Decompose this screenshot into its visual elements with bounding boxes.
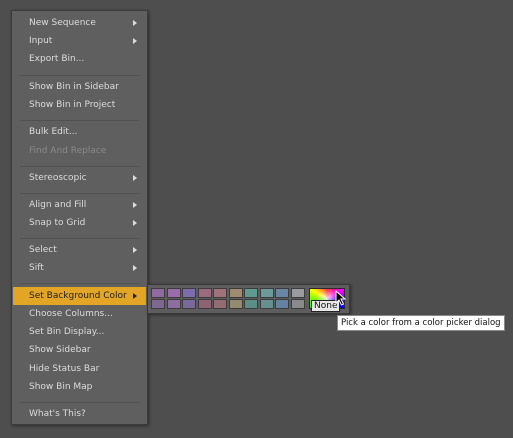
color-swatch[interactable] [275,299,289,309]
menu-item-show-bin-map[interactable]: Show Bin Map [13,378,146,396]
color-swatch[interactable] [166,288,181,298]
menu-separator [20,166,139,167]
color-swatch[interactable] [182,299,196,309]
menu-item-choose-columns[interactable]: Choose Columns... [13,305,146,323]
menu-item-hide-status-bar[interactable]: Hide Status Bar [13,360,146,378]
color-swatch[interactable] [259,288,274,298]
color-swatch[interactable] [244,299,258,309]
menu-item-sift[interactable]: Sift [13,259,146,277]
submenu-arrow-icon [133,175,137,181]
menu-item-snap-to-grid[interactable]: Snap to Grid [13,214,146,232]
submenu-arrow-icon [133,202,137,208]
menu-item-stereoscopic[interactable]: Stereoscopic [13,169,146,187]
menu-item-show-bin-in-sidebar[interactable]: Show Bin in Sidebar [13,78,146,96]
color-swatch[interactable] [182,288,196,298]
menu-separator [20,120,139,121]
menu-item-bulk-edit[interactable]: Bulk Edit... [13,123,146,141]
menu-item-new-sequence[interactable]: New Sequence [13,14,146,32]
color-swatch[interactable] [197,288,212,298]
submenu-arrow-icon [133,247,137,253]
menu-item-show-sidebar[interactable]: Show Sidebar [13,341,146,359]
submenu-arrow-icon [133,265,137,271]
tooltip: Pick a color from a color picker dialog [337,315,505,331]
menu-separator [20,75,139,76]
menu-item-set-background-color[interactable]: Set Background Color [13,287,146,305]
menu-item-select[interactable]: Select [13,241,146,259]
color-swatch[interactable] [275,288,289,298]
color-swatch[interactable] [290,299,305,309]
menu-separator [20,283,139,284]
submenu-arrow-icon [133,38,137,44]
color-swatch[interactable] [197,299,212,309]
color-swatch[interactable] [290,288,305,298]
color-swatch[interactable] [213,299,227,309]
color-swatch[interactable] [213,288,227,298]
color-swatch[interactable] [228,288,243,298]
menu-item-whats-this[interactable]: What's This? [13,405,146,423]
menu-item-find-and-replace: Find And Replace [29,146,107,156]
color-swatch[interactable] [151,299,165,309]
submenu-arrow-icon [133,20,137,26]
menu-item-set-bin-display[interactable]: Set Bin Display... [13,323,146,341]
menu-item-align-and-fill[interactable]: Align and Fill [13,196,146,214]
menu-item-export-bin[interactable]: Export Bin... [13,50,146,68]
color-swatch[interactable] [228,299,243,309]
mouse-cursor-icon [335,290,347,306]
color-swatch[interactable] [151,288,165,298]
submenu-arrow-icon [133,220,137,226]
menu-item-show-bin-in-project[interactable]: Show Bin in Project [13,96,146,114]
menu-item-input[interactable]: Input [13,32,146,50]
color-swatch[interactable] [166,299,181,309]
background-color-submenu: None [147,284,350,314]
bin-context-menu: New Sequence Input Export Bin... Show Bi… [11,10,148,425]
menu-separator [20,238,139,239]
menu-separator [20,402,139,403]
submenu-arrow-icon [133,293,137,299]
color-swatch[interactable] [259,299,274,309]
menu-separator [20,193,139,194]
color-swatch[interactable] [244,288,258,298]
